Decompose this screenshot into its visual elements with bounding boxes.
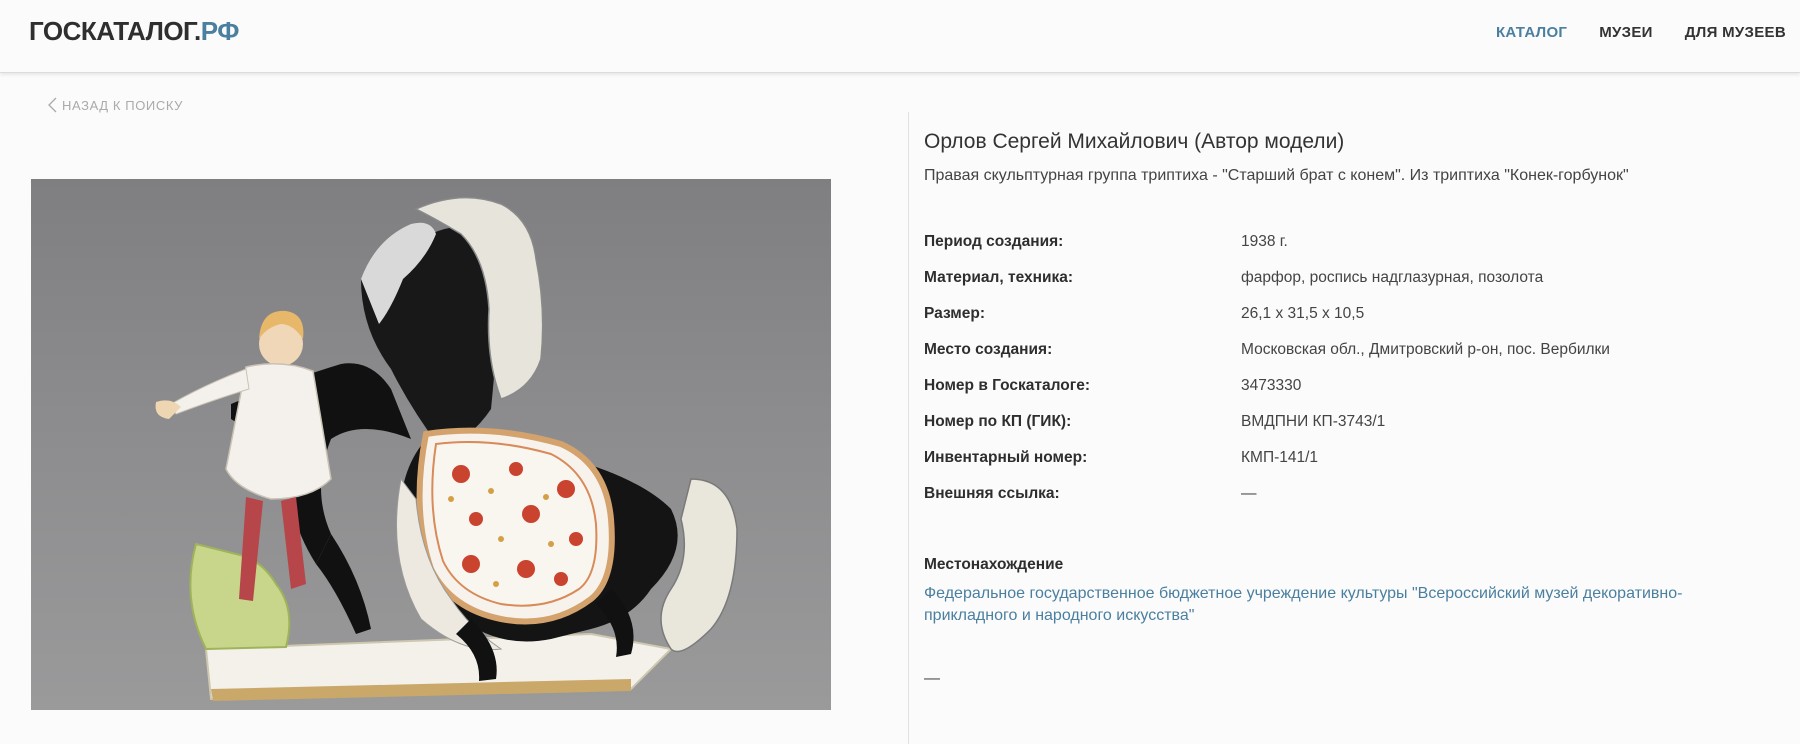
nav-item-for-museums[interactable]: ДЛЯ МУЗЕЕВ (1685, 24, 1786, 41)
property-key: Материал, техника: (924, 269, 1074, 286)
property-value: 3473330 (1241, 377, 1302, 394)
property-row: Номер в Госкаталоге: 3473330 (924, 377, 1784, 399)
property-key: Размер: (924, 305, 985, 322)
property-key: Номер по КП (ГИК): (924, 413, 1072, 430)
chevron-left-icon (48, 97, 57, 113)
property-value: 1938 г. (1241, 233, 1288, 250)
artifact-photo[interactable] (31, 179, 831, 710)
porcelain-figurine-image (155, 196, 738, 701)
property-key: Инвентарный номер: (924, 449, 1088, 466)
property-row: Материал, техника: фарфор, роспись надгл… (924, 269, 1784, 291)
back-to-search-label: НАЗАД К ПОИСКУ (62, 97, 184, 113)
item-title: Орлов Сергей Михайлович (Автор модели) (924, 130, 1345, 153)
property-row: Номер по КП (ГИК): ВМДПНИ КП-3743/1 (924, 413, 1784, 435)
property-value: ВМДПНИ КП-3743/1 (1241, 413, 1386, 430)
logo-main-text: ГОСКАТАЛОГ. (29, 16, 201, 46)
property-value: Московская обл., Дмитровский р-он, пос. … (1241, 341, 1610, 358)
property-value: 26,1 x 31,5 x 10,5 (1241, 305, 1365, 322)
property-key: Номер в Госкаталоге: (924, 377, 1090, 394)
nav-item-museums[interactable]: МУЗЕИ (1599, 24, 1653, 41)
property-key: Период создания: (924, 233, 1064, 250)
nav-item-catalog[interactable]: КАТАЛОГ (1496, 24, 1567, 41)
property-row: Размер: 26,1 x 31,5 x 10,5 (924, 305, 1784, 327)
property-value: фарфор, роспись надглазурная, позолота (1241, 269, 1544, 286)
logo-suffix-text: РФ (200, 16, 240, 46)
column-divider (908, 112, 909, 744)
item-subtitle: Правая скульптурная группа триптиха - "С… (924, 167, 1629, 184)
site-logo[interactable]: ГОСКАТАЛОГ.РФ (29, 16, 239, 47)
property-row: Место создания: Московская обл., Дмитров… (924, 341, 1784, 363)
location-heading: Местонахождение (924, 556, 1064, 573)
property-row: Период создания: 1938 г. (924, 233, 1784, 255)
property-row: Внешняя ссылка: — (924, 485, 1784, 507)
main-nav: КАТАЛОГ МУЗЕИ ДЛЯ МУЗЕЕВ (1496, 24, 1786, 41)
bottom-dash-placeholder: — (924, 670, 940, 687)
property-key: Внешняя ссылка: (924, 485, 1060, 502)
property-value: КМП-141/1 (1241, 449, 1319, 466)
property-key: Место создания: (924, 341, 1053, 358)
museum-location-link[interactable]: Федеральное государственное бюджетное уч… (924, 583, 1764, 627)
property-row: Инвентарный номер: КМП-141/1 (924, 449, 1784, 471)
back-to-search-link[interactable]: НАЗАД К ПОИСКУ (48, 97, 183, 113)
top-navigation-bar: ГОСКАТАЛОГ.РФ КАТАЛОГ МУЗЕИ ДЛЯ МУЗЕЕВ (0, 0, 1800, 73)
property-value[interactable]: — (1241, 485, 1257, 503)
